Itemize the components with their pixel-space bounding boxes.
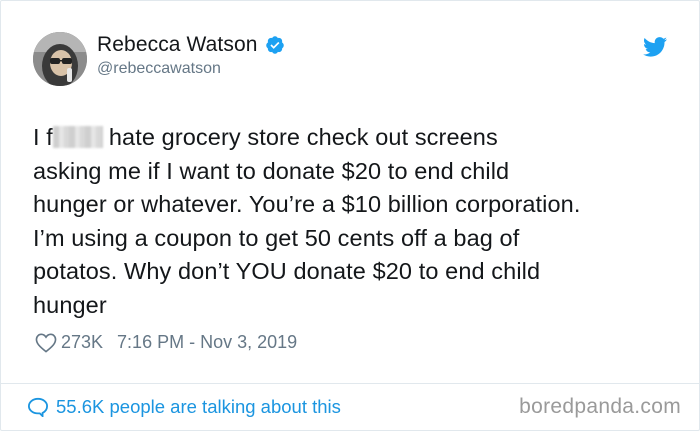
tweet-line-1-end: hate grocery store check out screens	[108, 124, 498, 150]
tweet-card: Rebecca Watson @rebeccawatson I f hate gr…	[0, 0, 700, 431]
tweet-line-3: hunger or whatever. You’re a $10 billion…	[33, 191, 581, 217]
censored-word	[52, 126, 103, 148]
display-name[interactable]: Rebecca Watson	[97, 33, 258, 57]
tweet-line-1-start: I f	[33, 124, 53, 150]
author-handle[interactable]: @rebeccawatson	[97, 60, 221, 78]
speech-bubble-icon	[27, 397, 49, 419]
talking-about-link[interactable]: 55.6K people are talking about this	[27, 396, 341, 419]
tweet-timestamp[interactable]: 7:16 PM - Nov 3, 2019	[117, 332, 297, 353]
divider	[1, 383, 699, 384]
watermark: boredpanda.com	[519, 395, 681, 418]
tweet-line-1: I f hate grocery store check out screens	[33, 121, 683, 155]
heart-icon[interactable]	[35, 333, 57, 353]
tweet-line-5: potatos. Why don’t YOU donate $20 to end…	[33, 258, 541, 284]
verified-badge-icon	[265, 35, 285, 55]
twitter-bird-icon[interactable]	[643, 37, 667, 57]
author-name-row[interactable]: Rebecca Watson	[97, 33, 285, 57]
tweet-line-6: hunger	[33, 291, 107, 318]
avatar[interactable]	[33, 32, 87, 86]
tweet-meta: 273K 7:16 PM - Nov 3, 2019	[35, 332, 297, 353]
talking-about-text[interactable]: 55.6K people are talking about this	[56, 396, 341, 418]
tweet-text: I f hate grocery store check out screens …	[33, 121, 683, 322]
tweet-line-2: asking me if I want to donate $20 to end…	[33, 157, 510, 184]
tweet-line-4: I’m using a coupon to get 50 cents off a…	[33, 224, 520, 251]
like-count[interactable]: 273K	[61, 332, 103, 353]
